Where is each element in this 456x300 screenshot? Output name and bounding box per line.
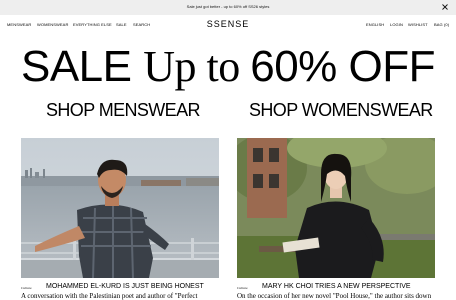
nav-login[interactable]: LOGIN (390, 22, 403, 27)
nav-language[interactable]: ENGLISH (366, 22, 384, 27)
editorial-image-mohammed-el-kurd[interactable] (21, 138, 219, 278)
promo-banner: Sale just got better - up to 60% off SS2… (0, 0, 456, 15)
editorial-title-mohammed-el-kurd[interactable]: MOHAMMED EL-KURD IS JUST BEING HONEST (46, 283, 204, 291)
editorial-image-mary-hk-choi[interactable] (237, 138, 435, 278)
close-icon[interactable] (440, 2, 450, 12)
promo-banner-text[interactable]: Sale just got better - up to 60% off SS2… (0, 4, 456, 10)
editorial-tag: Culture (21, 286, 32, 290)
main-nav: MENSWEAR WOMENSWEAR EVERYTHING ELSE SALE… (0, 15, 456, 33)
nav-bag[interactable]: BAG (0) (434, 22, 449, 27)
sale-up-to: Up to (143, 42, 251, 91)
shop-menswear-link[interactable]: SHOP MENSWEAR (46, 100, 201, 120)
site-logo[interactable]: SSENSE (0, 19, 456, 29)
editorial-description-mary-hk-choi: On the occasion of her new novel "Pool H… (237, 292, 432, 300)
sale-word: SALE (20, 42, 144, 91)
nav-wishlist[interactable]: WISHLIST (408, 22, 428, 27)
editorial-tag: Culture (237, 286, 248, 290)
sale-percent: 60% OFF (250, 42, 436, 91)
shop-womenswear-link[interactable]: SHOP WOMENSWEAR (249, 100, 433, 120)
sale-hero-heading[interactable]: SALE Up to 60% OFF (0, 44, 456, 90)
editorial-title-mary-hk-choi[interactable]: MARY HK CHOI TRIES A NEW PERSPECTIVE (262, 283, 411, 291)
editorial-description-mohammed-el-kurd: A conversation with the Palestinian poet… (21, 292, 198, 300)
